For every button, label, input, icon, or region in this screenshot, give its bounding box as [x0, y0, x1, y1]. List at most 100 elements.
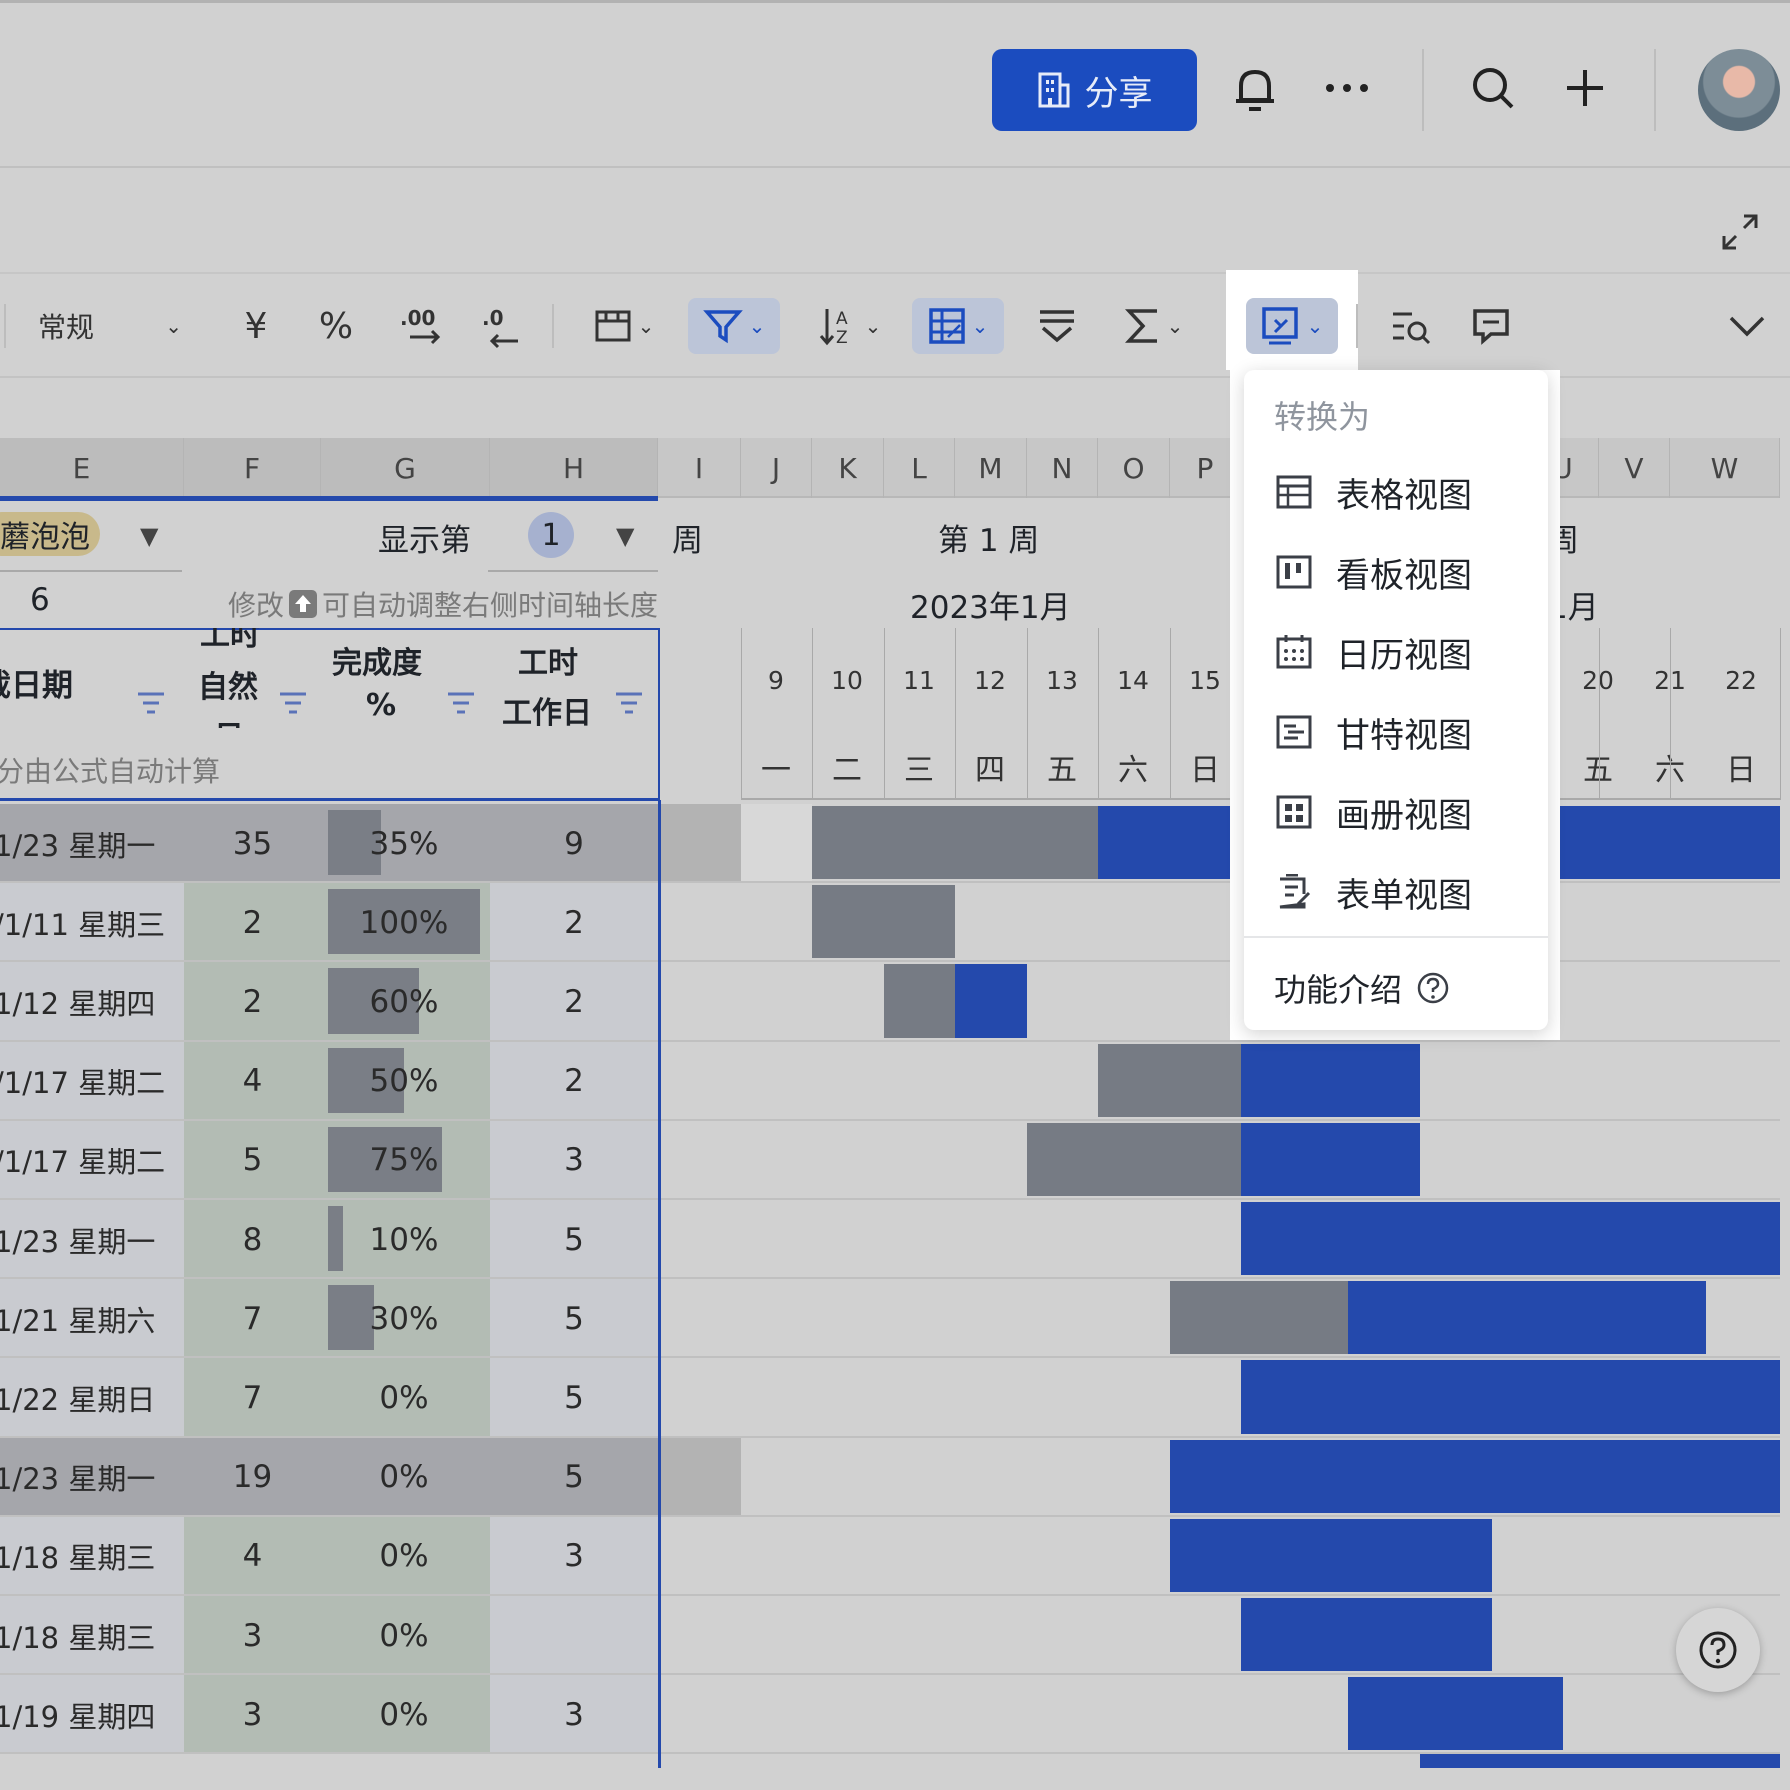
share-button[interactable]: 分享	[992, 49, 1197, 131]
column-header-i[interactable]: I	[658, 438, 741, 498]
menu-item-form-view[interactable]: 表单视图	[1244, 856, 1548, 928]
number-format-select[interactable]: 常规 ⌄	[30, 298, 190, 354]
day-number: 14	[1117, 665, 1149, 695]
table-row[interactable]: /1/17 星期二 5 75% 3	[0, 1120, 1780, 1200]
column-header-k[interactable]: K	[812, 438, 884, 498]
column-header-m[interactable]: M	[955, 438, 1027, 498]
date-cell: 1/23 星期一	[0, 1462, 156, 1497]
column-header-n[interactable]: N	[1027, 438, 1098, 498]
completion-cell: 60%	[369, 983, 439, 1020]
completion-cell: 30%	[369, 1300, 439, 1337]
freeze-button[interactable]: ⌄	[582, 298, 666, 354]
filter-icon	[702, 310, 743, 344]
toolbar-collapse-button[interactable]	[1722, 298, 1772, 354]
help-button[interactable]	[1676, 1608, 1760, 1692]
wrap-button[interactable]	[1032, 298, 1082, 354]
sort-button[interactable]: AZ ⌄	[808, 298, 892, 354]
header-f-mid: 自然	[198, 670, 258, 705]
day-number: 20	[1582, 665, 1614, 695]
gantt-bar-remaining[interactable]	[1348, 1677, 1563, 1751]
day-number: 10	[831, 665, 863, 695]
column-header-e[interactable]: E	[0, 438, 184, 498]
gantt-bar-done[interactable]	[1170, 1281, 1348, 1355]
gantt-bar-done[interactable]	[812, 806, 1098, 880]
menu-item-calendar-view[interactable]: 日历视图	[1244, 616, 1548, 688]
expand-icon[interactable]	[1718, 210, 1762, 254]
gantt-bar-remaining[interactable]	[1170, 1518, 1492, 1592]
table-row[interactable]: /1/17 星期二 4 50% 2	[0, 1041, 1780, 1121]
week-number-badge[interactable]: 1	[528, 512, 574, 558]
gantt-bar-remaining[interactable]	[955, 964, 1027, 1038]
formula-hint: 分由公式自动计算	[0, 755, 221, 788]
currency-button[interactable]: ¥	[236, 298, 276, 354]
menu-item-label: 表单视图	[1336, 875, 1472, 916]
gantt-bar-remaining[interactable]	[1241, 1360, 1780, 1434]
decimal-decrease-button[interactable]: .0	[476, 298, 526, 354]
weekday-label: 一	[761, 753, 791, 788]
table-row[interactable]: 1/21 星期六 7 30% 5	[0, 1279, 1780, 1358]
gantt-bar-remaining[interactable]	[1241, 1122, 1420, 1196]
timeline-divider	[1599, 628, 1600, 798]
table-row[interactable]: 1/18 星期三 4 0% 3	[0, 1516, 1780, 1596]
chevron-down-icon: ⌄	[864, 314, 882, 338]
filter-icon[interactable]	[136, 688, 166, 722]
menu-item-gantt-view[interactable]: 甘特视图	[1244, 696, 1548, 768]
table-row[interactable]: 1/23 星期一 19 0% 5	[0, 1437, 1780, 1517]
conditional-format-button[interactable]: ⌄	[912, 298, 1004, 354]
table-row[interactable]: 1/19 星期四 3 0% 3	[0, 1675, 1780, 1754]
convert-view-button[interactable]: ⌄	[1246, 298, 1338, 354]
filter-button[interactable]: ⌄	[688, 298, 780, 354]
gantt-bar-remaining[interactable]	[1241, 1202, 1780, 1276]
feature-intro-link[interactable]: 功能介绍	[1274, 960, 1450, 1016]
find-button[interactable]	[1386, 298, 1436, 354]
add-icon[interactable]	[1560, 63, 1610, 113]
gantt-bar-remaining[interactable]	[1420, 1754, 1780, 1769]
search-icon[interactable]	[1468, 63, 1518, 113]
sum-button[interactable]: ⌄	[1112, 298, 1196, 354]
date-cell: /1/17 星期二	[0, 1145, 166, 1180]
gantt-bar-done[interactable]	[1027, 1122, 1241, 1196]
comment-button[interactable]	[1466, 298, 1516, 354]
svg-text:.0: .0	[482, 306, 504, 330]
gantt-bar-remaining[interactable]	[1241, 1043, 1420, 1117]
column-header-v[interactable]: V	[1599, 438, 1670, 498]
column-header-h[interactable]: H	[490, 438, 658, 498]
gantt-bar-done[interactable]	[812, 885, 955, 959]
dropdown-title: 转换为	[1274, 398, 1371, 436]
avatar[interactable]	[1698, 49, 1780, 131]
menu-item-table-view[interactable]: 表格视图	[1244, 456, 1548, 528]
menu-item-gallery-view[interactable]: 画册视图	[1244, 776, 1548, 848]
gantt-bar-done[interactable]	[884, 964, 955, 1038]
column-header-l[interactable]: L	[884, 438, 955, 498]
menu-item-kanban-view[interactable]: 看板视图	[1244, 536, 1548, 608]
table-row[interactable]: 1/18 星期三 3 0%	[0, 1596, 1780, 1675]
column-header-o[interactable]: O	[1098, 438, 1170, 498]
decimal-increase-button[interactable]: .00	[396, 298, 446, 354]
tag-badge[interactable]: 蘑泡泡	[0, 512, 100, 556]
week-dropdown-icon[interactable]: ▼	[616, 522, 634, 550]
percent-button[interactable]: %	[316, 298, 356, 354]
workdays-cell: 5	[564, 1459, 584, 1496]
column-header-j[interactable]: J	[741, 438, 812, 498]
table-row[interactable]: 1/23 星期一 8 10% 5	[0, 1200, 1780, 1279]
gantt-bar-remaining[interactable]	[1170, 1439, 1780, 1513]
header-completion-unit: %	[366, 688, 397, 723]
column-header-g[interactable]: G	[321, 438, 490, 498]
filter-icon[interactable]	[278, 688, 308, 722]
table-row[interactable]: 1/22 星期日 7 0% 5	[0, 1358, 1780, 1437]
date-cell: 1/21 星期六	[0, 1303, 156, 1338]
more-icon[interactable]	[1322, 63, 1372, 113]
date-cell: 1/23 星期一	[0, 828, 156, 863]
tag-dropdown-icon[interactable]: ▼	[140, 522, 158, 550]
filter-icon[interactable]	[614, 688, 644, 722]
help-icon	[1699, 1631, 1737, 1669]
gantt-bar-remaining[interactable]	[1241, 1598, 1492, 1672]
column-header-w[interactable]: W	[1670, 438, 1780, 498]
dropdown-divider	[1244, 936, 1548, 938]
header-f-bot: 日	[214, 712, 244, 728]
gantt-bar-done[interactable]	[1098, 1043, 1241, 1117]
filter-icon[interactable]	[446, 688, 476, 722]
bell-icon[interactable]	[1230, 59, 1280, 119]
gantt-bar-remaining[interactable]	[1348, 1281, 1706, 1355]
column-header-f[interactable]: F	[184, 438, 321, 498]
